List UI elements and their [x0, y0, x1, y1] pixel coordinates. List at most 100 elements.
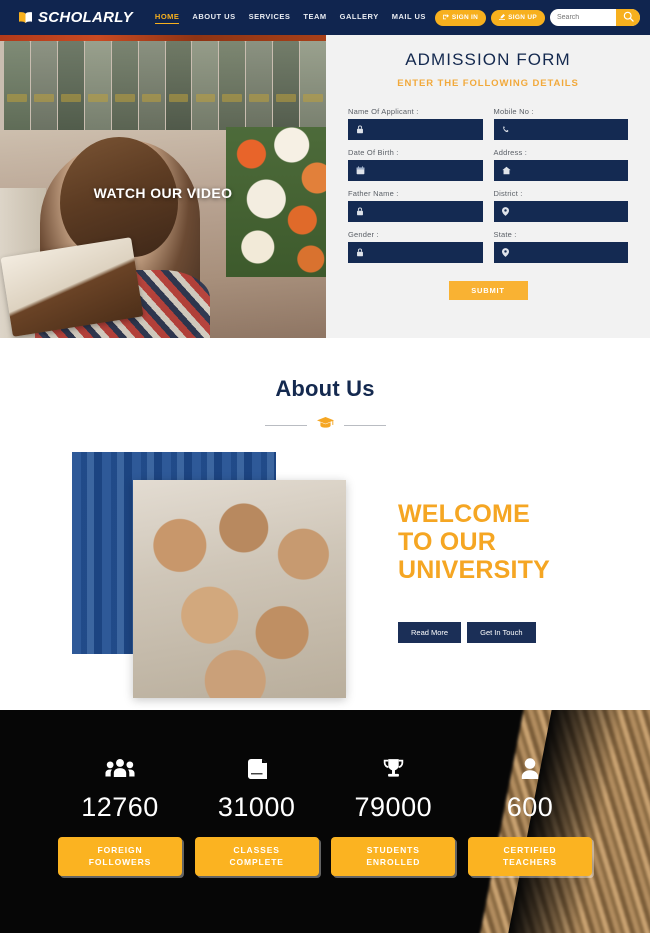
- users-group-icon: [58, 754, 182, 784]
- stat-foreign-followers: 12760 FOREIGN FOLLOWERS: [58, 754, 182, 876]
- field-address: Address :: [493, 148, 628, 181]
- field-input[interactable]: [370, 207, 475, 216]
- about-image-students: [133, 480, 346, 698]
- welcome-line-3: UNIVERSITY: [398, 556, 551, 584]
- user-icon: [356, 121, 364, 139]
- about-title: About Us: [275, 376, 375, 401]
- field-input[interactable]: [370, 248, 475, 257]
- field-input[interactable]: [371, 166, 475, 175]
- read-more-button[interactable]: Read More: [398, 622, 462, 643]
- sign-in-button[interactable]: SIGN IN: [434, 9, 487, 26]
- hero-photo: WATCH OUR VIDEO: [0, 35, 326, 338]
- home-icon: [501, 162, 511, 180]
- welcome-line-1: WELCOME: [398, 500, 530, 528]
- nav-item-home[interactable]: HOME: [154, 12, 180, 24]
- about-buttons: Read More Get In Touch: [398, 622, 618, 643]
- flowers: [226, 127, 326, 277]
- submit-row: SUBMIT: [348, 280, 628, 300]
- field-label: Address :: [493, 148, 527, 157]
- stat-students-enrolled: 79000 STUDENTS ENROLLED: [331, 754, 456, 876]
- bookshelf: [0, 41, 326, 137]
- about-section: About Us WELCOME TO OUR UNIVERSITY Read …: [0, 338, 650, 710]
- watch-video-label[interactable]: WATCH OUR VIDEO: [0, 185, 326, 201]
- stat-label-line-2: FOLLOWERS: [88, 857, 152, 868]
- field-box[interactable]: [348, 242, 483, 263]
- field-label: Father Name :: [348, 189, 399, 198]
- nav-item-services[interactable]: SERVICES: [249, 12, 291, 23]
- sign-up-button[interactable]: SIGN UP: [491, 9, 545, 26]
- field-input[interactable]: [515, 125, 620, 134]
- hero-section: WATCH OUR VIDEO ADMISSION FORM ENTER THE…: [0, 35, 650, 338]
- main-nav: HOME ABOUT US SERVICES TEAM GALLERY MAIL…: [154, 12, 426, 24]
- nav-item-gallery[interactable]: GALLERY: [340, 12, 379, 23]
- user-icon: [356, 244, 364, 262]
- sign-in-icon: [442, 13, 449, 22]
- sign-up-label: SIGN UP: [508, 14, 537, 21]
- section-divider: [0, 416, 650, 434]
- about-body: WELCOME TO OUR UNIVERSITY Read More Get …: [0, 452, 650, 702]
- field-label: Date Of Birth :: [348, 148, 399, 157]
- book-icon: [195, 754, 319, 784]
- field-label: District :: [493, 189, 523, 198]
- field-box[interactable]: [348, 119, 483, 140]
- field-box[interactable]: [493, 160, 628, 181]
- stat-label-line-2: ENROLLED: [366, 857, 421, 868]
- stat-badge[interactable]: STUDENTS ENROLLED: [331, 837, 456, 876]
- calendar-icon: [356, 162, 365, 180]
- field-box[interactable]: [348, 201, 483, 222]
- welcome-block: WELCOME TO OUR UNIVERSITY Read More Get …: [398, 500, 618, 643]
- field-gender: Gender :: [348, 230, 483, 263]
- field-box[interactable]: [493, 119, 628, 140]
- field-input[interactable]: [514, 207, 620, 216]
- field-label: Name Of Applicant :: [348, 107, 419, 116]
- form-subtitle: ENTER THE FOLLOWING DETAILS: [397, 78, 579, 89]
- logo-text: SCHOLARLY: [38, 9, 133, 26]
- stat-number: 600: [506, 792, 554, 822]
- welcome-line-2: TO OUR: [398, 528, 496, 556]
- stats-section: 12760 FOREIGN FOLLOWERS 31000 CLASSES CO…: [0, 710, 650, 933]
- field-name-of-applicant: Name Of Applicant :: [348, 107, 483, 140]
- search-icon: [623, 10, 634, 25]
- search-button[interactable]: [616, 9, 640, 26]
- field-box[interactable]: [493, 242, 628, 263]
- logo[interactable]: SCHOLARLY: [18, 9, 133, 26]
- field-father-name: Father Name :: [348, 189, 483, 222]
- open-book-icon: [18, 11, 33, 24]
- stat-label-line-1: CERTIFIED: [503, 845, 557, 855]
- divider-line-left: [264, 424, 307, 426]
- field-box[interactable]: [348, 160, 483, 181]
- field-district: District :: [493, 189, 628, 222]
- field-date-of-birth: Date Of Birth :: [348, 148, 483, 181]
- search-box: [550, 9, 640, 26]
- sign-in-label: SIGN IN: [451, 14, 479, 21]
- field-box[interactable]: [493, 201, 628, 222]
- user-icon: [356, 203, 364, 221]
- get-in-touch-button[interactable]: Get In Touch: [467, 622, 536, 643]
- field-input[interactable]: [370, 125, 475, 134]
- map-pin-icon: [501, 203, 509, 221]
- field-label: Gender :: [348, 230, 379, 239]
- stat-badge[interactable]: FOREIGN FOLLOWERS: [58, 837, 182, 876]
- stat-label-line-1: CLASSES: [233, 845, 280, 855]
- stat-number: 79000: [354, 792, 433, 822]
- search-input[interactable]: [550, 14, 616, 21]
- nav-item-mail-us[interactable]: MAIL US: [392, 12, 426, 23]
- field-state: State :: [493, 230, 628, 263]
- stat-badge[interactable]: CLASSES COMPLETE: [194, 837, 319, 876]
- stat-label-line-1: FOREIGN: [97, 845, 143, 855]
- form-title: ADMISSION FORM: [405, 50, 571, 69]
- admission-form-panel: ADMISSION FORM ENTER THE FOLLOWING DETAI…: [326, 35, 650, 338]
- welcome-heading: WELCOME TO OUR UNIVERSITY: [398, 500, 618, 584]
- field-input[interactable]: [516, 166, 620, 175]
- header-actions: SIGN IN SIGN UP: [434, 9, 640, 26]
- field-mobile-no: Mobile No :: [493, 107, 628, 140]
- stat-badge[interactable]: CERTIFIED TEACHERS: [467, 837, 592, 876]
- submit-button[interactable]: SUBMIT: [448, 281, 528, 300]
- field-input[interactable]: [514, 248, 620, 257]
- form-fields-grid: Name Of Applicant : Mobile No : Date Of …: [348, 107, 628, 263]
- divider-line-right: [343, 424, 386, 426]
- stat-classes-complete: 31000 CLASSES COMPLETE: [194, 754, 319, 876]
- stat-label-line-2: TEACHERS: [502, 857, 557, 868]
- nav-item-team[interactable]: TEAM: [303, 12, 326, 23]
- nav-item-about-us[interactable]: ABOUT US: [192, 12, 235, 23]
